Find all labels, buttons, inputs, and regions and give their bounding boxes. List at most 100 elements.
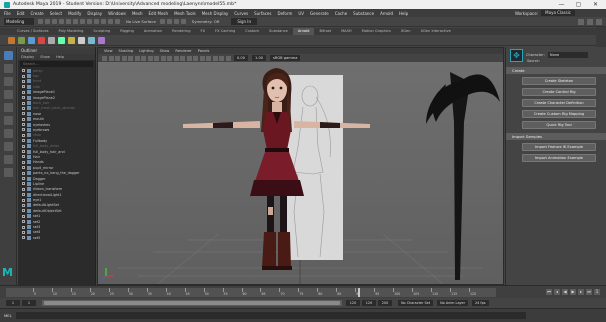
expand-toggle-icon[interactable] bbox=[22, 182, 25, 186]
outliner-menu-help[interactable]: Help bbox=[56, 54, 64, 60]
colorspace-dropdown[interactable]: sRGB gamma bbox=[270, 55, 301, 61]
skydome-light-icon[interactable] bbox=[28, 36, 35, 44]
menu-mesh-tools[interactable]: Mesh Tools bbox=[174, 11, 196, 16]
shelf-tab-mash[interactable]: MASH bbox=[336, 28, 357, 35]
section-import-samples[interactable]: Import Samples bbox=[506, 133, 606, 140]
mesh-light-icon[interactable] bbox=[38, 36, 45, 44]
expand-toggle-icon[interactable] bbox=[22, 198, 25, 202]
new-scene-icon[interactable] bbox=[38, 19, 43, 24]
rotate-tool-icon[interactable] bbox=[3, 103, 13, 112]
expand-toggle-icon[interactable] bbox=[22, 123, 25, 127]
bookmark-icon[interactable] bbox=[115, 55, 120, 61]
shelf-tab-xgen[interactable]: XGen bbox=[396, 28, 416, 35]
expand-toggle-icon[interactable] bbox=[22, 236, 25, 240]
expand-toggle-icon[interactable] bbox=[22, 101, 25, 105]
go-to-start-button[interactable]: ⏮ bbox=[546, 289, 552, 295]
create-character-definition-button[interactable]: Create Character Definition bbox=[522, 99, 596, 107]
step-forward-button[interactable]: ▸ bbox=[578, 289, 584, 295]
use-lights-icon[interactable] bbox=[193, 55, 198, 61]
expand-toggle-icon[interactable] bbox=[22, 139, 25, 143]
camera-attributes-icon[interactable] bbox=[108, 55, 114, 61]
resolution-gate-icon[interactable] bbox=[141, 55, 146, 61]
safe-action-icon[interactable] bbox=[160, 55, 166, 61]
playback-end-field[interactable]: 120 bbox=[346, 300, 360, 306]
menu-modify[interactable]: Modify bbox=[68, 11, 81, 16]
smooth-shade-icon[interactable] bbox=[173, 55, 179, 61]
open-scene-icon[interactable] bbox=[45, 19, 50, 24]
gamma-field[interactable]: 1.00 bbox=[252, 55, 267, 61]
undo-icon[interactable] bbox=[59, 19, 64, 24]
go-to-end-button[interactable]: ⏭ bbox=[586, 289, 592, 295]
shelf-tab-rigging[interactable]: Rigging bbox=[115, 28, 139, 35]
expand-toggle-icon[interactable] bbox=[22, 128, 25, 132]
viewport-menu-lighting[interactable]: Lighting bbox=[139, 49, 154, 53]
snap-grid-icon[interactable] bbox=[94, 19, 99, 24]
shelf-tab-animation[interactable]: Animation bbox=[139, 28, 167, 35]
menu-surfaces[interactable]: Surfaces bbox=[254, 11, 271, 16]
flush-cache-icon[interactable] bbox=[98, 36, 105, 44]
expand-toggle-icon[interactable] bbox=[22, 160, 25, 164]
isolate-select-icon[interactable] bbox=[212, 55, 218, 61]
expand-toggle-icon[interactable] bbox=[22, 85, 25, 89]
expand-toggle-icon[interactable] bbox=[22, 225, 25, 229]
snap-point-icon[interactable] bbox=[108, 19, 113, 24]
animation-end-field-2[interactable]: 200 bbox=[378, 300, 392, 306]
render-view-icon[interactable] bbox=[8, 36, 15, 44]
save-scene-icon[interactable] bbox=[52, 19, 57, 24]
menu-set-dropdown[interactable]: Modeling bbox=[4, 18, 34, 25]
menu-generate[interactable]: Generate bbox=[310, 11, 329, 16]
symmetry-label[interactable]: Symmetry: Off bbox=[192, 19, 220, 24]
create-control-rig-button[interactable]: Create Control Rig bbox=[522, 88, 596, 96]
area-light-icon[interactable] bbox=[18, 36, 25, 44]
menu-curves[interactable]: Curves bbox=[234, 11, 248, 16]
redo-icon[interactable] bbox=[66, 19, 71, 24]
menu-file[interactable]: File bbox=[4, 11, 11, 16]
shelf-tab-motion-graphics[interactable]: Motion Graphics bbox=[357, 28, 396, 35]
create-skeleton-button[interactable]: Create Skeleton bbox=[522, 77, 596, 85]
modeling-toolkit-icon[interactable] bbox=[578, 18, 584, 25]
four-view-layout-icon[interactable] bbox=[3, 142, 13, 151]
light-portal-icon[interactable] bbox=[58, 36, 65, 44]
snap-curve-icon[interactable] bbox=[101, 19, 106, 24]
wireframe-icon[interactable] bbox=[167, 55, 172, 61]
history-icon[interactable] bbox=[159, 19, 165, 24]
expand-toggle-icon[interactable] bbox=[22, 150, 25, 154]
menu-deform[interactable]: Deform bbox=[277, 11, 292, 16]
expand-toggle-icon[interactable] bbox=[22, 117, 25, 121]
character-dropdown[interactable]: None bbox=[547, 52, 588, 58]
channel-box-icon[interactable] bbox=[596, 18, 602, 25]
section-create[interactable]: Create bbox=[506, 67, 606, 74]
expand-toggle-icon[interactable] bbox=[22, 79, 25, 83]
expand-toggle-icon[interactable] bbox=[22, 187, 25, 191]
menu-create[interactable]: Create bbox=[30, 11, 43, 16]
expand-toggle-icon[interactable] bbox=[22, 220, 25, 224]
expand-toggle-icon[interactable] bbox=[22, 177, 25, 180]
shelf-tab-substance[interactable]: Substance bbox=[264, 28, 293, 35]
gate-mask-icon[interactable] bbox=[147, 55, 153, 61]
xray-joints-icon[interactable] bbox=[225, 55, 231, 61]
physical-sky-icon[interactable] bbox=[68, 36, 75, 44]
play-forward-button[interactable]: ▶ bbox=[570, 289, 576, 295]
viewport-scene[interactable] bbox=[98, 62, 503, 284]
select-hierarchy-icon[interactable] bbox=[73, 19, 78, 24]
camera-icon[interactable] bbox=[102, 55, 107, 61]
maximize-button[interactable]: ▢ bbox=[570, 0, 587, 9]
minimize-button[interactable]: — bbox=[553, 0, 570, 9]
render-settings-icon[interactable] bbox=[180, 19, 186, 24]
viewport-menu-panels[interactable]: Panels bbox=[198, 49, 210, 53]
shelf-tab-bifrost[interactable]: Bifrost bbox=[314, 28, 336, 35]
select-component-icon[interactable] bbox=[87, 19, 92, 24]
wireframe-on-shaded-icon[interactable] bbox=[180, 55, 185, 61]
expand-toggle-icon[interactable] bbox=[22, 214, 25, 218]
standin-icon[interactable] bbox=[78, 36, 85, 44]
viewport-menu-renderer[interactable]: Renderer bbox=[175, 49, 191, 53]
viewport-menu-show[interactable]: Show bbox=[160, 49, 170, 53]
menu-mesh[interactable]: Mesh bbox=[132, 11, 143, 16]
exposure-field[interactable]: 0.00 bbox=[234, 55, 249, 61]
expand-toggle-icon[interactable] bbox=[22, 96, 25, 100]
command-input[interactable] bbox=[15, 312, 526, 319]
character-set-dropdown[interactable]: No Character Set bbox=[398, 300, 434, 306]
expand-toggle-icon[interactable] bbox=[22, 133, 25, 137]
menu-cache[interactable]: Cache bbox=[335, 11, 347, 16]
menu-edit[interactable]: Edit bbox=[17, 11, 25, 16]
